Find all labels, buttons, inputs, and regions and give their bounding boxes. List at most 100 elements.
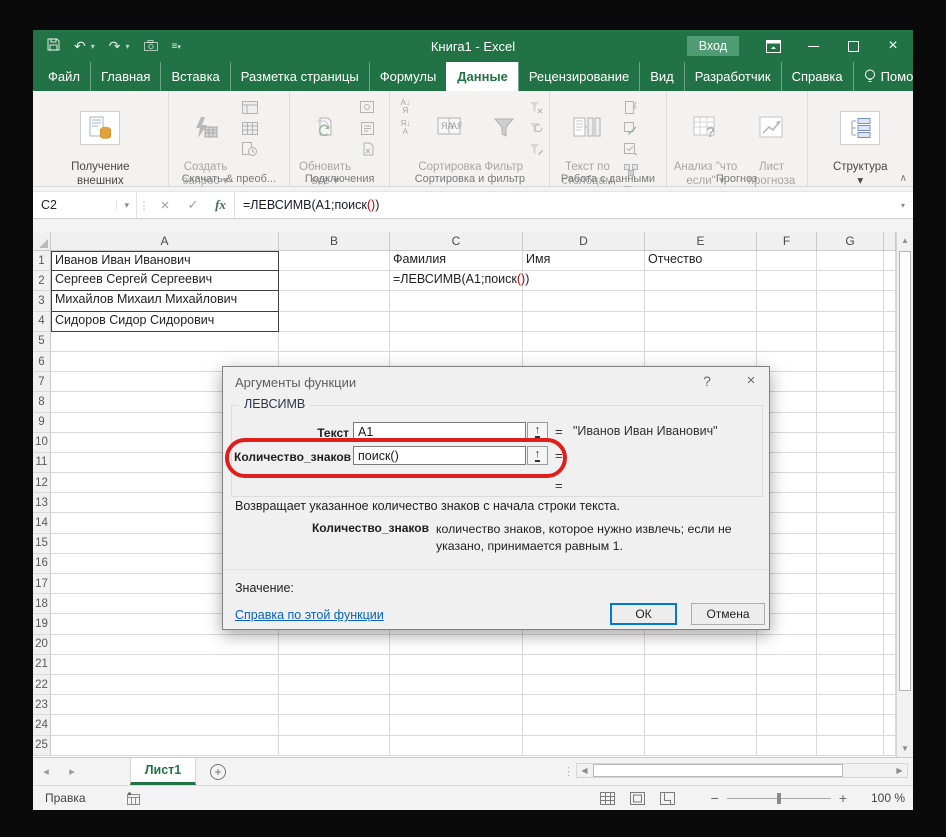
cell-G24[interactable] — [817, 715, 884, 736]
cell-C2[interactable]: =ЛЕВСИМВ(A1;поиск()) — [390, 271, 529, 292]
ok-button[interactable]: ОК — [610, 603, 677, 625]
column-header-G[interactable]: G — [817, 232, 884, 251]
sheet-tab-list1[interactable]: Лист1 — [130, 758, 196, 785]
edit-links-icon[interactable] — [358, 141, 376, 157]
cell-partial[interactable] — [884, 372, 896, 393]
maximize-button[interactable] — [833, 30, 873, 62]
cell-partial[interactable] — [884, 291, 896, 312]
cell-F25[interactable] — [757, 735, 817, 756]
formula-input[interactable]: =ЛЕВСИМВ(A1;поиск()) — [235, 192, 893, 218]
cell-F20[interactable] — [757, 634, 817, 655]
cell-B22[interactable] — [279, 674, 390, 696]
cell-G6[interactable] — [817, 351, 884, 373]
cell-G5[interactable] — [817, 331, 884, 352]
cell-G2[interactable] — [817, 271, 884, 292]
column-header-partial[interactable] — [884, 232, 896, 251]
tab-formulas[interactable]: Формулы — [368, 62, 447, 91]
cell-G20[interactable] — [817, 634, 884, 655]
zoom-level[interactable]: 100 % — [853, 791, 905, 805]
page-layout-view-icon[interactable] — [623, 791, 653, 805]
row-header-5[interactable]: 5 — [33, 331, 51, 352]
cell-G8[interactable] — [817, 392, 884, 413]
cell-C20[interactable] — [390, 634, 523, 655]
formula-bar-expand-icon[interactable]: ▾ — [893, 192, 913, 218]
show-queries-icon[interactable] — [241, 99, 259, 115]
column-header-B[interactable]: B — [279, 232, 390, 251]
vertical-scrollbar-thumb[interactable] — [899, 251, 911, 691]
zoom-in-icon[interactable]: + — [839, 790, 847, 806]
cell-E21[interactable] — [645, 654, 757, 675]
column-header-C[interactable]: C — [390, 232, 523, 251]
cell-partial[interactable] — [884, 311, 896, 332]
remove-duplicates-icon[interactable] — [622, 120, 640, 136]
save-icon[interactable] — [47, 38, 60, 54]
cell-G16[interactable] — [817, 553, 884, 574]
cell-G12[interactable] — [817, 473, 884, 494]
confirm-entry-icon[interactable]: ✓ — [179, 192, 207, 218]
row-header-9[interactable]: 9 — [33, 412, 51, 433]
collapse-ribbon-icon[interactable]: ∧ — [900, 173, 907, 184]
cell-E5[interactable] — [645, 331, 757, 352]
cell-C3[interactable] — [390, 291, 523, 312]
cell-E22[interactable] — [645, 674, 757, 696]
reapply-filter-icon[interactable] — [527, 120, 545, 136]
recent-sources-icon[interactable] — [241, 141, 259, 157]
cell-D1[interactable]: Имя — [523, 251, 645, 272]
cell-partial[interactable] — [884, 432, 896, 453]
cell-G13[interactable] — [817, 493, 884, 514]
page-break-view-icon[interactable] — [653, 791, 683, 805]
column-header-A[interactable]: A — [51, 232, 279, 251]
vertical-scrollbar[interactable]: ▲ ▼ — [896, 232, 913, 757]
row-header-25[interactable]: 25 — [33, 735, 51, 756]
tabbar-splitter[interactable]: ⋮ — [563, 758, 574, 785]
tab-developer[interactable]: Разработчик — [683, 62, 781, 91]
group-label[interactable]: Работа с данными — [550, 173, 665, 185]
connections-icon[interactable] — [358, 99, 376, 115]
cell-G3[interactable] — [817, 291, 884, 312]
tab-assistant[interactable]: Помощн — [852, 62, 913, 91]
cell-partial[interactable] — [884, 695, 896, 716]
sort-button[interactable]: ЯА АЯ Сортировка — [418, 95, 481, 175]
row-header-18[interactable]: 18 — [33, 594, 51, 615]
cell-partial[interactable] — [884, 251, 896, 272]
row-header-1[interactable]: 1 — [33, 251, 51, 272]
macro-record-icon[interactable] — [126, 791, 141, 805]
cell-G18[interactable] — [817, 594, 884, 615]
cell-A22[interactable] — [51, 674, 279, 696]
cell-partial[interactable] — [884, 735, 896, 756]
cell-G1[interactable] — [817, 251, 884, 272]
undo-icon[interactable]: ↶ — [74, 38, 86, 55]
sign-in-button[interactable]: Вход — [686, 36, 739, 56]
cell-B2[interactable] — [279, 271, 390, 292]
qat-customize-icon[interactable]: ≡▾ — [172, 41, 181, 52]
cell-F21[interactable] — [757, 654, 817, 675]
undo-dropdown-icon[interactable]: ▾ — [91, 42, 95, 51]
cell-B25[interactable] — [279, 735, 390, 756]
name-box[interactable]: C2 ▾ — [33, 192, 137, 218]
cell-A23[interactable] — [51, 695, 279, 716]
cell-partial[interactable] — [884, 614, 896, 635]
zoom-slider[interactable] — [726, 792, 831, 804]
cell-F4[interactable] — [757, 311, 817, 332]
redo-icon[interactable]: ↷ — [109, 38, 121, 55]
cell-A4[interactable]: Сидоров Сидор Сидорович — [51, 311, 279, 332]
cell-partial[interactable] — [884, 513, 896, 534]
cell-B23[interactable] — [279, 695, 390, 716]
cell-G21[interactable] — [817, 654, 884, 675]
cell-E3[interactable] — [645, 291, 757, 312]
cell-C25[interactable] — [390, 735, 523, 756]
cancel-button[interactable]: Отмена — [691, 603, 765, 625]
row-header-16[interactable]: 16 — [33, 553, 51, 574]
cell-C22[interactable] — [390, 674, 523, 696]
cell-F2[interactable] — [757, 271, 817, 292]
cell-B20[interactable] — [279, 634, 390, 655]
cell-F23[interactable] — [757, 695, 817, 716]
row-header-4[interactable]: 4 — [33, 311, 51, 332]
outline-button[interactable]: Структура ▾ — [821, 95, 899, 188]
get-external-data-button[interactable]: Получение внешних данных ▾ — [57, 95, 143, 202]
row-header-8[interactable]: 8 — [33, 392, 51, 413]
scroll-left-icon[interactable]: ◀ — [577, 764, 592, 777]
name-box-dropdown-icon[interactable]: ▾ — [116, 199, 136, 211]
row-header-6[interactable]: 6 — [33, 351, 51, 373]
zoom-slider-thumb[interactable] — [776, 792, 781, 804]
